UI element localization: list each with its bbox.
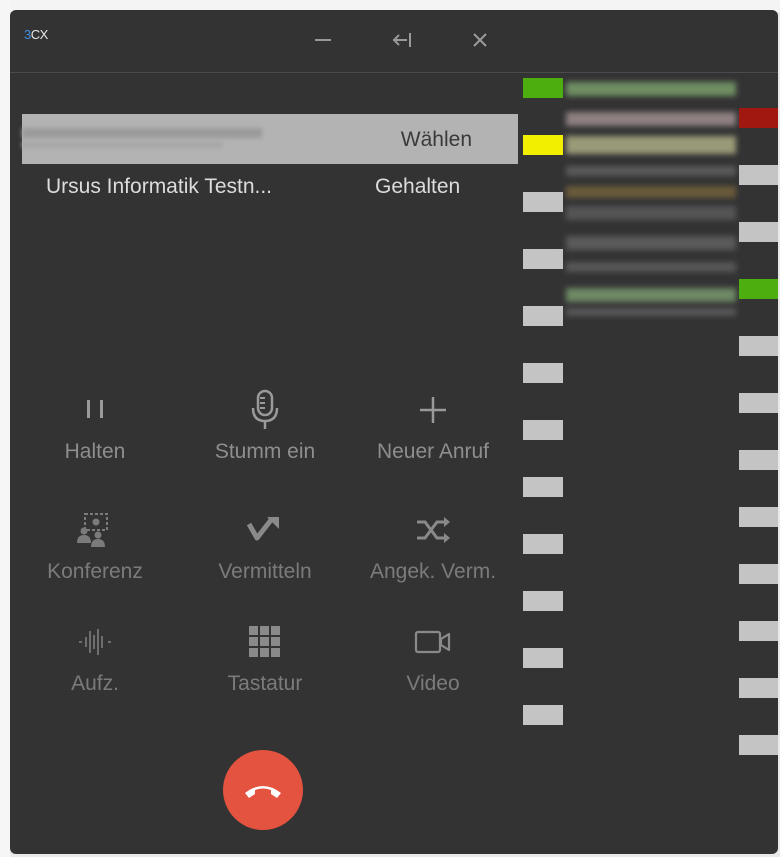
transfer-icon: [246, 517, 279, 541]
dock-button[interactable]: [382, 22, 422, 58]
new-call-label: Neuer Anruf: [376, 440, 490, 463]
background-window-edge: [0, 0, 10, 857]
blf-key[interactable]: [739, 450, 778, 470]
attended-transfer-button[interactable]: Angek. Verm.: [348, 510, 518, 584]
conference-button[interactable]: Konferenz: [10, 510, 180, 584]
attended-transfer-label: Angek. Verm.: [369, 560, 497, 583]
blf-key[interactable]: [739, 621, 778, 641]
blf-key[interactable]: [523, 477, 563, 497]
active-call-status: Wählen: [400, 128, 472, 151]
mute-label: Stumm ein: [214, 440, 316, 463]
blf-key[interactable]: [739, 279, 778, 299]
blf-key[interactable]: [523, 306, 563, 326]
blf-key[interactable]: [523, 135, 563, 155]
close-button[interactable]: [460, 22, 500, 58]
microphone-icon: [251, 389, 279, 429]
hold-label: Halten: [64, 440, 126, 463]
blf-key[interactable]: [523, 192, 563, 212]
dock-left-icon: [392, 33, 411, 47]
blf-key[interactable]: [739, 336, 778, 356]
app-logo: 3CX: [24, 27, 48, 42]
video-button[interactable]: Video: [348, 622, 518, 696]
blf-key[interactable]: [523, 534, 563, 554]
dialpad-button[interactable]: Tastatur: [180, 622, 350, 696]
minimize-icon: [315, 39, 331, 41]
blf-key[interactable]: [739, 678, 778, 698]
transfer-button[interactable]: Vermitteln: [180, 510, 350, 584]
title-bar[interactable]: 3CX: [10, 10, 778, 70]
blf-key[interactable]: [523, 705, 563, 725]
blf-key[interactable]: [739, 564, 778, 584]
new-call-button[interactable]: Neuer Anruf: [348, 390, 518, 464]
record-icon: [79, 629, 111, 655]
blf-key[interactable]: [523, 78, 563, 98]
title-separator: [10, 72, 778, 73]
hold-button[interactable]: Halten: [10, 390, 180, 464]
blf-key[interactable]: [523, 591, 563, 611]
blf-key[interactable]: [739, 108, 778, 128]
conference-label: Konferenz: [47, 560, 143, 583]
conference-icon: [77, 513, 108, 547]
blf-key[interactable]: [739, 222, 778, 242]
redacted-caller-number: [22, 128, 262, 138]
mute-button[interactable]: Stumm ein: [180, 389, 350, 464]
hangup-button[interactable]: [223, 750, 303, 830]
redacted-blf-names: [566, 76, 736, 316]
blf-key[interactable]: [739, 735, 778, 755]
plus-icon: [420, 397, 446, 423]
record-button[interactable]: Aufz.: [10, 622, 180, 696]
redacted-caller-detail: [22, 142, 222, 148]
blf-key[interactable]: [523, 420, 563, 440]
video-icon: [414, 630, 451, 654]
blf-key[interactable]: [739, 393, 778, 413]
record-label: Aufz.: [71, 672, 119, 695]
held-call-status: Gehalten: [375, 175, 461, 198]
blf-key[interactable]: [739, 165, 778, 185]
blf-key[interactable]: [523, 249, 563, 269]
blf-key[interactable]: [523, 363, 563, 383]
close-icon: [473, 33, 487, 47]
video-label: Video: [406, 672, 460, 695]
attended-transfer-icon: [417, 517, 450, 543]
blf-key[interactable]: [523, 648, 563, 668]
held-call-name[interactable]: Ursus Informatik Testn...: [46, 175, 272, 199]
active-call-row[interactable]: Wählen: [22, 114, 518, 164]
minimize-button[interactable]: [303, 22, 343, 58]
dialpad-icon: [249, 626, 280, 657]
3cx-call-window: 3CX Wählen Ursus Informatik Testn... Geh…: [10, 10, 778, 854]
dialpad-label: Tastatur: [227, 672, 303, 695]
hangup-icon: [245, 786, 281, 798]
blf-key[interactable]: [739, 507, 778, 527]
transfer-label: Vermitteln: [218, 560, 312, 583]
pause-icon: [87, 400, 103, 418]
